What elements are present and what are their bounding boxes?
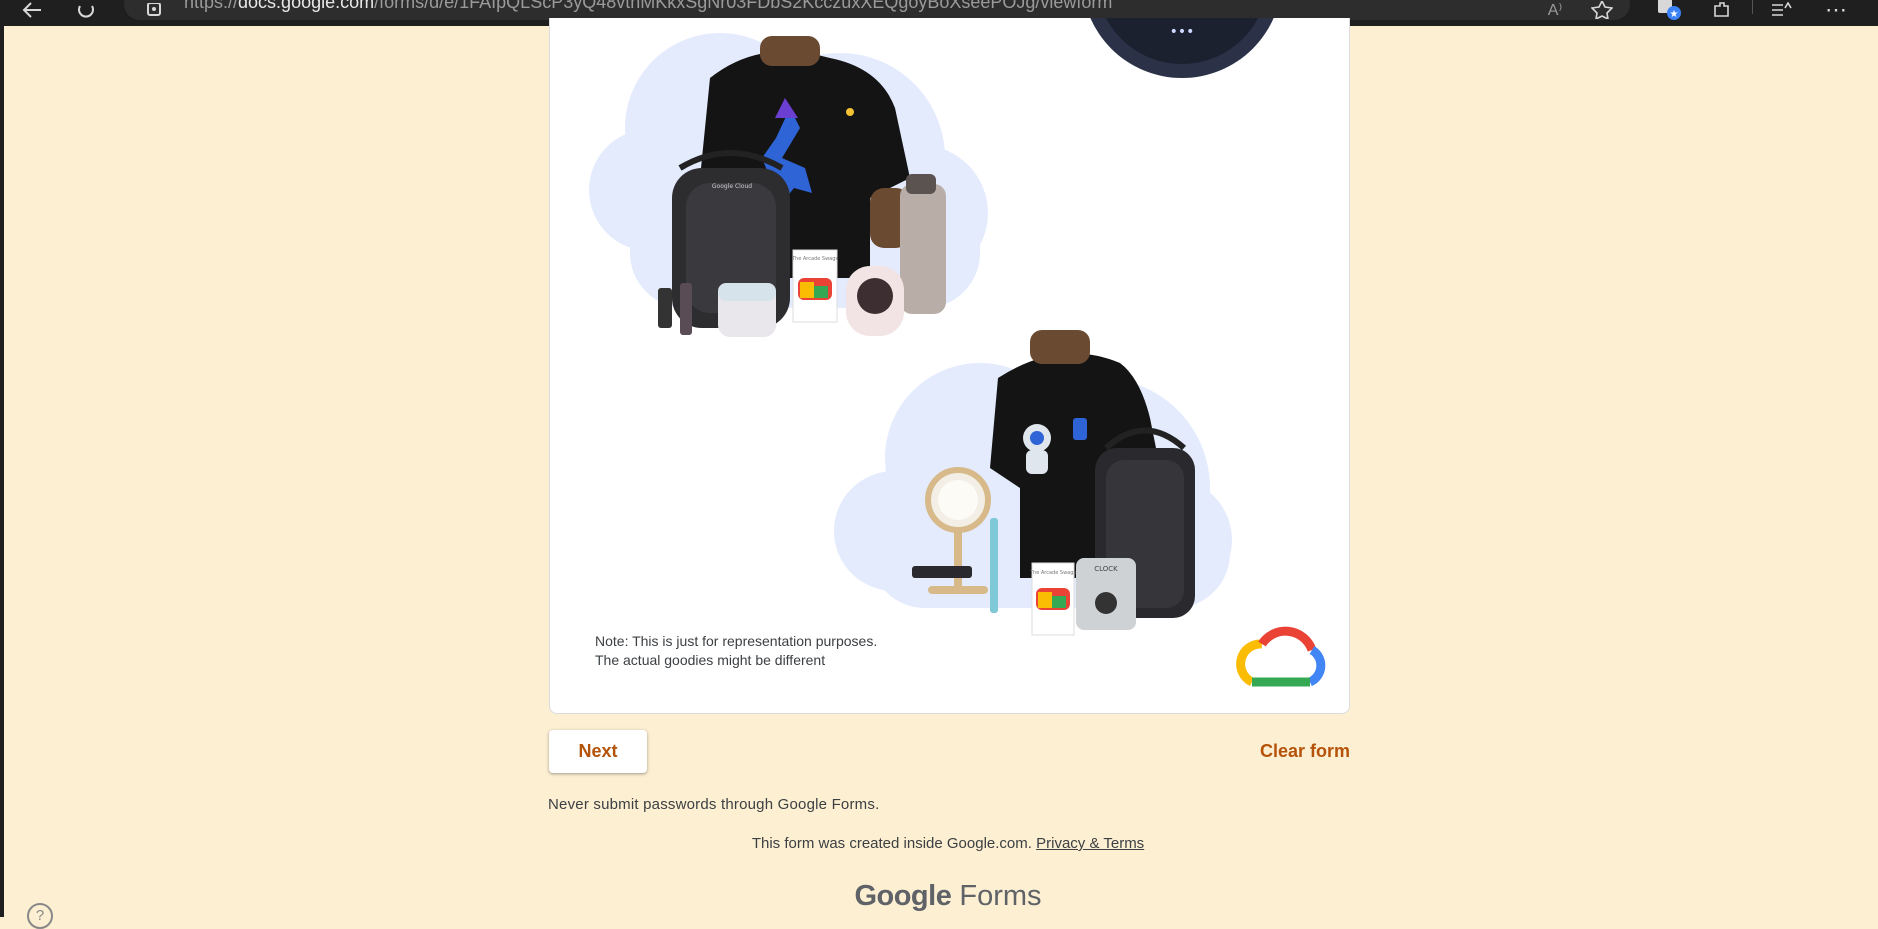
extensions-icon[interactable] [1710,0,1734,20]
reload-icon[interactable] [74,0,98,20]
goodies-image: ••• Google Cloud The Arcade Swags The Ar… [589,18,1326,687]
created-text: This form was created inside Google.com. [751,835,1032,852]
water-bottle [900,174,946,314]
favorites-list-icon[interactable] [1770,0,1794,20]
privacy-terms-link[interactable]: Privacy & Terms [1036,835,1144,852]
brand-forms: Forms [959,880,1042,912]
round-gadget-illustration: ••• [1090,18,1274,78]
site-info-icon[interactable] [144,0,164,20]
read-aloud-icon[interactable]: A⁾ [1540,0,1570,20]
svg-text:★: ★ [1670,9,1679,20]
address-url[interactable]: https://docs.google.com/forms/d/e/1FAIpQ… [184,0,1112,13]
note-line-1: Note: This is just for representation pu… [595,633,878,649]
svg-text:Google Cloud: Google Cloud [712,183,752,190]
svg-text:The Arcade Swags: The Arcade Swags [791,256,838,262]
note-line-2: The actual goodies might be different [595,652,826,668]
help-icon[interactable]: ? [27,903,53,929]
url-path: /forms/d/e/1FAIpQLScP3yQ48vthMKkxSgNr03F… [374,0,1113,12]
svg-text:The Arcade Swags: The Arcade Swags [1029,570,1076,576]
extension-badge-icon[interactable]: ★ [1654,0,1684,20]
back-icon[interactable] [20,0,44,20]
toolbar-divider [1752,0,1753,14]
more-menu-icon[interactable]: ⋯ [1824,0,1848,22]
url-prefix: https:// [184,0,239,12]
url-host: docs.google.com [238,0,375,12]
svg-text:CLOCK: CLOCK [1094,565,1118,573]
window-edge [0,26,4,917]
favorite-star-icon[interactable] [1590,0,1614,20]
svg-text:•••: ••• [1170,24,1195,40]
form-card: ••• Google Cloud The Arcade Swags The Ar… [549,18,1350,714]
next-button[interactable]: Next [549,730,647,773]
brand-google: Google [854,880,952,912]
google-cloud-logo [1236,626,1326,687]
representation-note: Note: This is just for representation pu… [595,632,877,670]
clear-form-button[interactable]: Clear form [1240,730,1350,773]
password-warning: Never submit passwords through Google Fo… [548,796,880,813]
google-forms-logo[interactable]: Google Forms [0,880,1878,913]
created-notice: This form was created inside Google.com.… [0,835,1878,852]
